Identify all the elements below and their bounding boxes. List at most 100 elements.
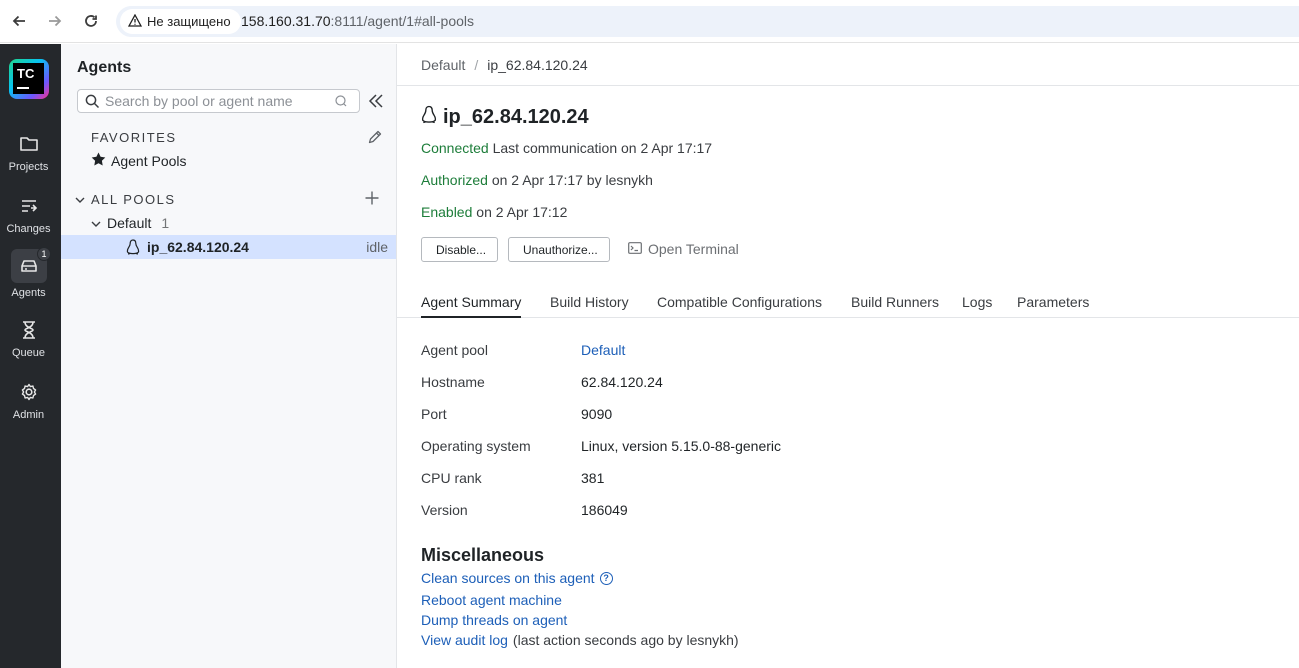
miscellaneous-heading: Miscellaneous xyxy=(421,545,545,565)
detail-value: 186049 xyxy=(581,502,628,518)
tab-logs[interactable]: Logs xyxy=(962,294,992,316)
folder-icon xyxy=(18,133,40,155)
detail-row: Operating system Linux, version 5.15.0-8… xyxy=(421,438,921,458)
unauthorize-button[interactable]: Unauthorize... xyxy=(508,237,610,262)
tab-agent-summary[interactable]: Agent Summary xyxy=(421,294,522,318)
breadcrumb-current: ip_62.84.120.24 xyxy=(487,57,588,73)
detail-value: 381 xyxy=(581,470,605,486)
linux-penguin-icon xyxy=(126,239,140,258)
search-box[interactable] xyxy=(77,89,360,113)
pool-name: Default xyxy=(107,215,152,231)
detail-row: Agent pool Default xyxy=(421,342,921,362)
all-pools-label: ALL POOLS xyxy=(91,192,176,207)
audit-log-note: (last action seconds ago by lesnykh) xyxy=(512,632,739,648)
agent-details-panel: Default / ip_62.84.120.24 ip_62.84.120.2… xyxy=(397,44,1299,668)
agent-status: idle xyxy=(366,239,388,255)
authorized-label: Authorized xyxy=(421,172,488,188)
disable-button[interactable]: Disable... xyxy=(421,237,498,262)
nav-admin[interactable]: Admin xyxy=(0,377,61,435)
agent-list-item[interactable]: ip_62.84.120.24 idle xyxy=(61,235,396,259)
add-pool-plus-icon[interactable] xyxy=(364,190,382,208)
page-title: ip_62.84.120.24 xyxy=(421,105,589,130)
agents-count-badge: 1 xyxy=(37,247,51,261)
detail-key: Hostname xyxy=(421,374,485,390)
audit-log-row: View audit log (last action seconds ago … xyxy=(421,632,739,648)
authorization-status: Authorized on 2 Apr 17:17 by lesnykh xyxy=(421,172,653,188)
nav-changes[interactable]: Changes xyxy=(0,191,61,249)
edit-favorites-pencil-icon[interactable] xyxy=(367,129,385,147)
logo-text: TC xyxy=(17,66,35,81)
detail-key: Agent pool xyxy=(421,342,488,358)
favorites-heading: FAVORITES xyxy=(91,130,177,145)
query-syntax-icon[interactable] xyxy=(335,94,347,110)
browser-toolbar: Не защищено 158.160.31.70:8111/agent/1#a… xyxy=(0,0,1299,43)
detail-row: Hostname 62.84.120.24 xyxy=(421,374,921,394)
authorized-detail: on 2 Apr 17:17 by lesnykh xyxy=(491,172,653,188)
all-pools-heading[interactable]: ALL POOLS xyxy=(75,192,176,207)
star-icon xyxy=(91,152,106,169)
address-bar[interactable]: Не защищено 158.160.31.70:8111/agent/1#a… xyxy=(116,6,1299,37)
dump-threads-link[interactable]: Dump threads on agent xyxy=(421,612,567,628)
detail-value: Linux, version 5.15.0-88-generic xyxy=(581,438,782,454)
nav-label: Queue xyxy=(11,347,46,359)
terminal-icon xyxy=(628,241,642,257)
nav-label: Changes xyxy=(6,223,51,235)
nav-projects[interactable]: Projects xyxy=(0,129,61,187)
help-icon[interactable]: ? xyxy=(599,571,613,585)
warning-icon xyxy=(127,13,143,30)
favorites-agent-pools-link[interactable]: Agent Pools xyxy=(91,152,187,169)
linux-penguin-icon xyxy=(421,105,437,130)
detail-key: Port xyxy=(421,406,447,422)
security-chip[interactable]: Не защищено xyxy=(120,9,241,34)
nav-agents[interactable]: 1 Agents xyxy=(0,247,61,307)
detail-row: Version 186049 xyxy=(421,502,921,522)
collapse-sidebar-icon[interactable] xyxy=(367,92,385,110)
teamcity-logo[interactable]: TC xyxy=(9,59,49,99)
nav-queue[interactable]: Queue xyxy=(0,315,61,373)
enabled-label: Enabled xyxy=(421,204,473,220)
detail-key: Version xyxy=(421,502,468,518)
detail-key: Operating system xyxy=(421,438,531,454)
nav-label: Agents xyxy=(11,287,46,299)
agent-name: ip_62.84.120.24 xyxy=(147,239,249,255)
tab-build-history[interactable]: Build History xyxy=(550,294,629,316)
connected-detail: Last communication on 2 Apr 17:17 xyxy=(492,140,713,156)
hourglass-icon xyxy=(18,319,40,341)
forward-arrow-icon[interactable] xyxy=(44,10,66,32)
url-host: 158.160.31.70 xyxy=(241,13,331,29)
tab-parameters[interactable]: Parameters xyxy=(1017,294,1089,316)
breadcrumb-pool-link[interactable]: Default xyxy=(421,57,465,73)
favorites-item-label: Agent Pools xyxy=(111,152,187,169)
url-text[interactable]: 158.160.31.70:8111/agent/1#all-pools xyxy=(241,13,474,29)
breadcrumb-separator: / xyxy=(474,57,479,73)
pool-agent-count: 1 xyxy=(161,215,170,231)
pool-item-default[interactable]: Default 1 xyxy=(91,215,169,231)
gear-icon xyxy=(18,381,40,403)
breadcrumb: Default / ip_62.84.120.24 xyxy=(397,44,1299,86)
nav-label: Projects xyxy=(8,161,49,173)
reboot-agent-link[interactable]: Reboot agent machine xyxy=(421,592,562,608)
security-label: Не защищено xyxy=(147,14,231,29)
tab-build-runners[interactable]: Build Runners xyxy=(851,294,939,316)
open-terminal-button[interactable]: Open Terminal xyxy=(628,241,739,257)
url-path: :8111/agent/1#all-pools xyxy=(330,13,475,29)
detail-value: 62.84.120.24 xyxy=(581,374,663,390)
search-input[interactable] xyxy=(105,92,330,110)
detail-value: 9090 xyxy=(581,406,613,422)
clean-sources-label: Clean sources on this agent xyxy=(421,570,595,586)
tab-compatible-configurations[interactable]: Compatible Configurations xyxy=(657,294,822,316)
agents-sidebar: Agents FAVORITES Agent Pools ALL POOLS xyxy=(61,44,397,668)
detail-row: Port 9090 xyxy=(421,406,921,426)
detail-key: CPU rank xyxy=(421,470,482,486)
agent-pool-link[interactable]: Default xyxy=(581,342,625,358)
view-audit-log-link[interactable]: View audit log xyxy=(421,632,508,648)
enabled-status: Enabled on 2 Apr 17:12 xyxy=(421,204,567,220)
chevron-down-icon xyxy=(91,215,101,231)
chevron-down-icon xyxy=(75,192,85,207)
clean-sources-link[interactable]: Clean sources on this agent ? xyxy=(421,570,613,586)
reload-icon[interactable] xyxy=(80,10,102,32)
back-arrow-icon[interactable] xyxy=(8,10,30,32)
search-icon xyxy=(85,94,100,112)
connected-label: Connected xyxy=(421,140,489,156)
changes-icon xyxy=(18,195,40,217)
